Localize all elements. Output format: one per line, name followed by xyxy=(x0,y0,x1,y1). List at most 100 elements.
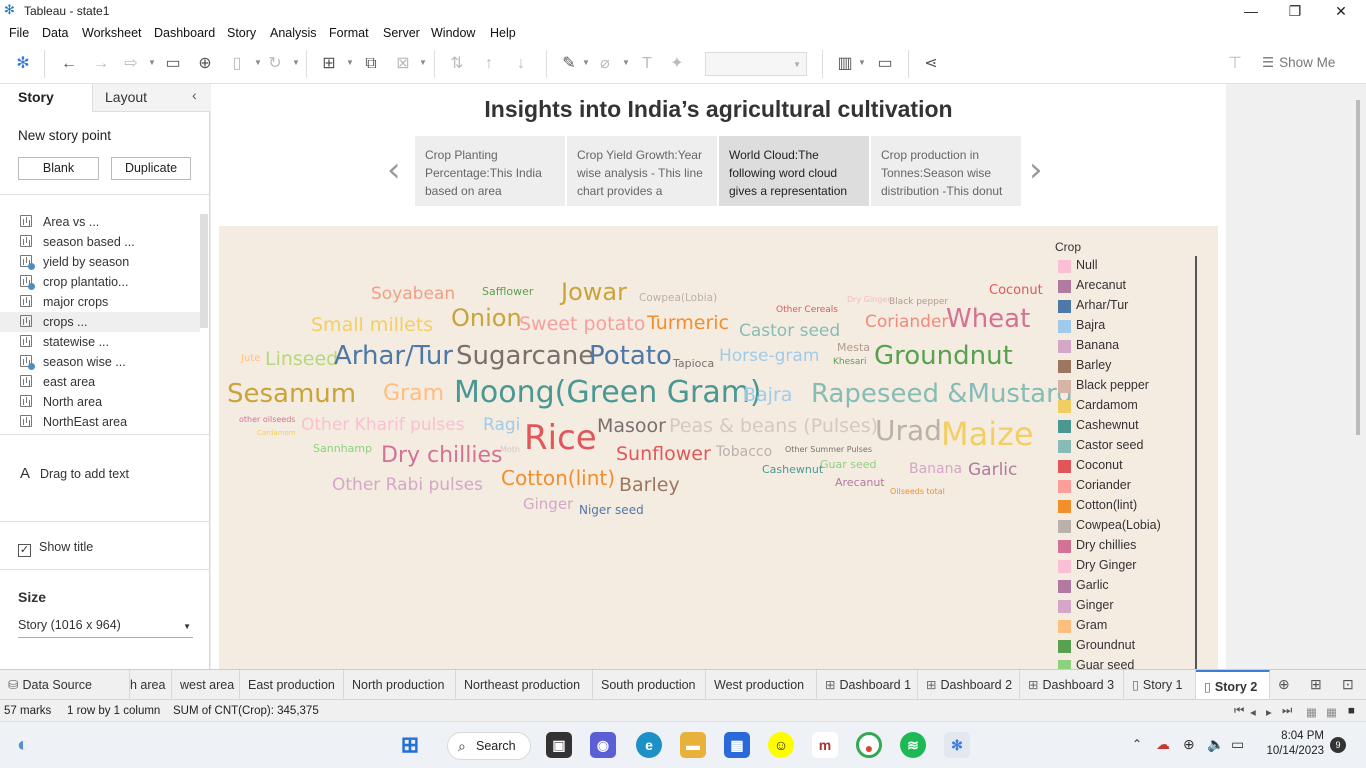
tab-sheet[interactable]: West production xyxy=(706,670,817,700)
redo-icon[interactable]: → xyxy=(90,54,112,74)
tab-data-source[interactable]: ⛁ Data Source xyxy=(0,670,130,700)
word-cloud-word[interactable]: Coconut xyxy=(989,284,1043,297)
word-cloud-word[interactable]: Coriander xyxy=(865,314,948,331)
sort-ascending-icon[interactable]: ↑ xyxy=(478,54,500,74)
word-cloud-word[interactable]: Sesamum xyxy=(227,381,356,407)
menu-window[interactable]: Window xyxy=(431,26,475,40)
sheet-list-item[interactable]: crop plantatio... xyxy=(0,272,200,292)
tab-sheet[interactable]: h area xyxy=(122,670,172,700)
word-cloud-word[interactable]: Tobacco xyxy=(716,445,772,459)
clear-sheet-icon[interactable]: ⊠ xyxy=(392,54,414,74)
word-cloud-word[interactable]: Banana xyxy=(909,462,962,476)
word-cloud-word[interactable]: Sunflower xyxy=(616,445,711,464)
show-sheet-sorter-icon[interactable]: ▦ xyxy=(1326,705,1337,719)
word-cloud-word[interactable]: Soyabean xyxy=(371,286,455,303)
word-cloud-word[interactable]: Other Cereals xyxy=(776,306,838,315)
format-painter-icon[interactable]: ⊤ xyxy=(1224,54,1246,74)
tab-sheet[interactable]: west area xyxy=(172,670,240,700)
next-story-point-arrow[interactable]: › xyxy=(1029,150,1043,190)
pause-updates-icon[interactable]: ▯ xyxy=(226,54,248,74)
menu-worksheet[interactable]: Worksheet xyxy=(82,26,142,40)
word-cloud-word[interactable]: Linseed xyxy=(265,350,338,369)
show-me-button[interactable]: ☰ Show Me xyxy=(1262,55,1335,71)
word-cloud-word[interactable]: Gram xyxy=(383,383,444,405)
next-sheet-icon[interactable]: ▸ xyxy=(1266,705,1272,719)
word-cloud-word[interactable]: Guar seed xyxy=(820,459,877,470)
menu-analysis[interactable]: Analysis xyxy=(270,26,317,40)
menu-server[interactable]: Server xyxy=(383,26,420,40)
tab-dashboard-3[interactable]: ⊞ Dashboard 3 xyxy=(1020,670,1124,700)
tab-sheet[interactable]: Northeast production xyxy=(456,670,593,700)
word-cloud-word[interactable]: Rapeseed &Mustard xyxy=(811,381,1073,407)
new-data-source-icon[interactable]: ⊕ xyxy=(194,54,216,74)
show-tabs-icon[interactable]: ■ xyxy=(1348,705,1355,717)
word-cloud-word[interactable]: Cashewnut xyxy=(762,464,823,475)
legend-scrollbar[interactable] xyxy=(1195,256,1197,669)
word-cloud-word[interactable]: Mesta xyxy=(837,342,870,353)
tableau-home-icon[interactable]: ✻ xyxy=(12,54,34,74)
word-cloud-word[interactable]: Wheat xyxy=(946,306,1030,332)
word-cloud-word[interactable]: Peas & beans (Pulses) xyxy=(669,417,878,436)
word-cloud-word[interactable]: Dry Ginger xyxy=(847,296,891,304)
close-button[interactable]: ✕ xyxy=(1318,0,1364,22)
sheet-list-item[interactable]: Area vs ... xyxy=(0,212,200,232)
restore-button[interactable]: ❐ xyxy=(1272,0,1318,22)
volume-icon[interactable]: 🔈 xyxy=(1207,736,1224,753)
chat-icon[interactable]: ◉ xyxy=(590,732,616,758)
word-cloud-word[interactable]: Masoor xyxy=(597,417,666,436)
tab-story-2[interactable]: ▯ Story 2 xyxy=(1196,670,1270,700)
word-cloud-word[interactable]: Groundnut xyxy=(874,343,1013,369)
new-worksheet-tab-icon[interactable]: ⊕ xyxy=(1278,676,1290,693)
sheet-list-item[interactable]: major crops xyxy=(0,292,200,312)
word-cloud-word[interactable]: Sannhamp xyxy=(313,443,372,454)
labels-icon[interactable]: T xyxy=(636,54,658,74)
word-cloud-word[interactable]: Khesari xyxy=(833,358,867,367)
presentation-mode-icon[interactable]: ▭ xyxy=(874,54,896,74)
story-point-3[interactable]: World Cloud:The following word cloud giv… xyxy=(719,136,869,206)
show-cards-icon[interactable]: ▥ xyxy=(834,54,856,74)
story-point-1[interactable]: Crop Planting Percentage:This India base… xyxy=(415,136,565,206)
tableau-taskbar-icon[interactable]: ✻ xyxy=(944,732,970,758)
word-cloud-word[interactable]: Cowpea(Lobia) xyxy=(639,293,717,304)
menu-data[interactable]: Data xyxy=(42,26,68,40)
story-point-4[interactable]: Crop production in Tonnes:Season wise di… xyxy=(871,136,1021,206)
word-cloud-word[interactable]: Moong(Green Gram) xyxy=(454,378,762,408)
fit-dropdown[interactable]: ▼ xyxy=(705,52,807,76)
word-cloud-word[interactable]: Turmeric xyxy=(647,314,729,333)
first-sheet-icon[interactable]: ⏮ xyxy=(1234,705,1244,718)
word-cloud-word[interactable]: Urad xyxy=(875,417,942,445)
new-dashboard-tab-icon[interactable]: ⊞ xyxy=(1310,676,1322,693)
undo-icon[interactable]: ← xyxy=(58,54,80,74)
save-icon[interactable]: ▭ xyxy=(162,54,184,74)
menu-dashboard[interactable]: Dashboard xyxy=(154,26,215,40)
tab-dashboard-1[interactable]: ⊞ Dashboard 1 xyxy=(817,670,918,700)
story-point-2[interactable]: Crop Yield Growth:Year wise analysis - T… xyxy=(567,136,717,206)
language-icon[interactable]: ⊕ xyxy=(1183,736,1195,753)
sheet-list-item[interactable]: yield by season xyxy=(0,252,200,272)
word-cloud-word[interactable]: Rice xyxy=(524,421,597,455)
collapse-pane-icon[interactable]: ‹ xyxy=(192,87,197,103)
size-dropdown[interactable]: Story (1016 x 964) ▼ xyxy=(18,618,193,638)
sort-descending-icon[interactable]: ↓ xyxy=(510,54,532,74)
duplicate-sheet-icon[interactable]: ⧉ xyxy=(360,54,382,74)
word-cloud-word[interactable]: Sweet potato xyxy=(519,315,645,334)
tab-sheet[interactable]: North production xyxy=(344,670,456,700)
word-cloud-word[interactable]: Black pepper xyxy=(889,298,948,307)
tab-story-1[interactable]: ▯ Story 1 xyxy=(1124,670,1196,700)
spotify-icon[interactable]: ≋ xyxy=(900,732,926,758)
word-cloud-word[interactable]: Garlic xyxy=(968,462,1017,479)
menu-format[interactable]: Format xyxy=(329,26,369,40)
word-cloud-word[interactable]: Other Rabi pulses xyxy=(332,477,483,494)
group-icon[interactable]: ⌀ xyxy=(594,54,616,74)
last-sheet-icon[interactable]: ⏭ xyxy=(1282,705,1292,718)
edge-icon[interactable]: e xyxy=(636,732,662,758)
show-filmstrip-icon[interactable]: ▦ xyxy=(1306,705,1317,719)
show-title-checkbox[interactable]: ✓ Show title xyxy=(18,540,93,557)
sheet-list-item[interactable]: season wise ... xyxy=(0,352,200,372)
taskbar-clock[interactable]: 8:04 PM 10/14/2023 xyxy=(1262,729,1324,759)
sheet-list-item[interactable]: crops ... xyxy=(0,312,200,332)
windows-start-icon[interactable]: ⊞ xyxy=(397,732,423,758)
notification-badge[interactable]: 9 xyxy=(1330,737,1346,753)
word-cloud-word[interactable]: Niger seed xyxy=(579,504,644,516)
swap-icon[interactable]: ⇅ xyxy=(446,54,468,74)
